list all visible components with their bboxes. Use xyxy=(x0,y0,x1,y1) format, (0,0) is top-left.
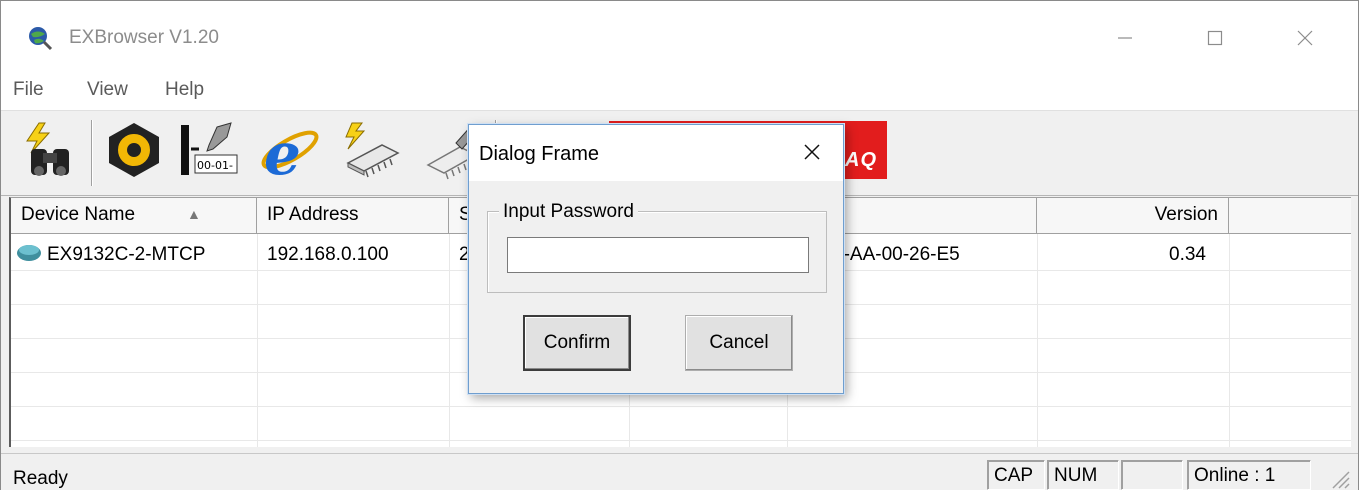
dialog-close-button[interactable] xyxy=(787,137,837,173)
search-binoculars-icon xyxy=(19,119,81,187)
edit-id-icon: 00-01- xyxy=(177,119,239,187)
cancel-button[interactable]: Cancel xyxy=(685,315,793,371)
firmware-chip-icon xyxy=(338,119,402,187)
config-gear-icon xyxy=(103,119,165,187)
status-bar: Ready CAP NUM Online : 1 xyxy=(1,453,1358,490)
search-devices-button[interactable] xyxy=(13,118,87,188)
title-bar: EXBrowser V1.20 xyxy=(1,1,1358,75)
password-dialog: Dialog Frame Input Password Confirm Canc… xyxy=(468,124,844,394)
close-window-button[interactable] xyxy=(1275,15,1335,61)
menu-file[interactable]: File xyxy=(13,79,44,101)
menu-view[interactable]: View xyxy=(87,79,128,101)
column-header-ip-address[interactable]: IP Address xyxy=(257,198,449,234)
resize-grip-icon[interactable] xyxy=(1327,466,1351,490)
password-input[interactable] xyxy=(507,237,809,273)
app-globe-icon xyxy=(27,25,53,51)
ip-address-cell: 192.168.0.100 xyxy=(267,244,389,265)
web-browser-button[interactable]: e xyxy=(251,118,325,188)
column-header-version[interactable]: Version xyxy=(1037,198,1229,234)
grid-line xyxy=(449,234,450,447)
dialog-title-bar: Dialog Frame xyxy=(469,125,843,181)
svg-text:e: e xyxy=(264,120,301,182)
grid-line xyxy=(11,440,1351,441)
column-header-device-name[interactable]: Device Name ▲ xyxy=(11,198,257,234)
device-name-cell: EX9132C-2-MTCP xyxy=(47,244,206,265)
grid-line xyxy=(11,406,1351,407)
confirm-button[interactable]: Confirm xyxy=(523,315,631,371)
caps-indicator: CAP xyxy=(987,460,1045,490)
grid-line xyxy=(257,234,258,447)
window-title: EXBrowser V1.20 xyxy=(69,27,219,48)
internet-explorer-icon: e xyxy=(256,118,320,188)
close-icon xyxy=(802,142,822,168)
password-group-label: Input Password xyxy=(499,201,638,223)
dialog-title: Dialog Frame xyxy=(479,143,600,165)
banner-text: AQ xyxy=(845,149,877,171)
online-count: Online : 1 xyxy=(1187,460,1311,490)
grid-line xyxy=(1229,234,1230,447)
sort-ascending-icon: ▲ xyxy=(187,206,201,222)
device-icon xyxy=(15,242,43,270)
version-cell: 0.34 xyxy=(1169,244,1206,265)
mac-cell: 1-AA-00-26-E5 xyxy=(833,244,960,265)
minimize-button[interactable] xyxy=(1095,15,1155,61)
config-button[interactable] xyxy=(97,118,171,188)
grid-line xyxy=(1037,234,1038,447)
status-text: Ready xyxy=(13,468,68,489)
column-header-label: Device Name xyxy=(21,204,136,225)
menu-help[interactable]: Help xyxy=(165,79,204,101)
num-indicator: NUM xyxy=(1047,460,1119,490)
firmware-update-button[interactable] xyxy=(333,118,407,188)
column-header-empty xyxy=(1229,198,1351,234)
toolbar-separator xyxy=(91,120,93,186)
menu-bar: File View Help xyxy=(1,75,1358,111)
edit-id-label: 00-01- xyxy=(197,159,233,172)
set-id-button[interactable]: 00-01- xyxy=(171,118,245,188)
maximize-button[interactable] xyxy=(1185,15,1245,61)
status-pane-blank xyxy=(1121,460,1183,490)
